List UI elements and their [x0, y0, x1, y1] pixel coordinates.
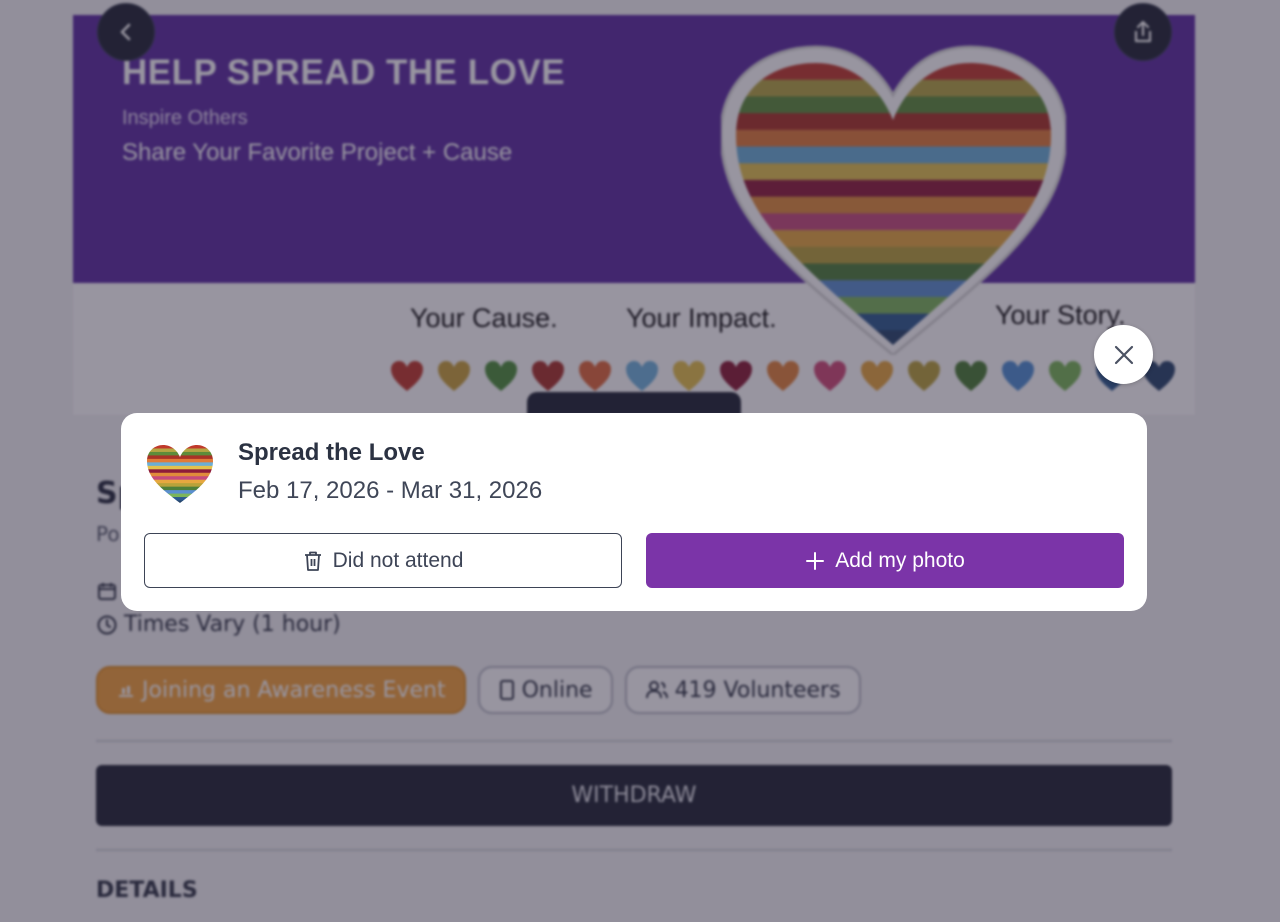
heart-stripe: [147, 500, 213, 503]
plus-icon: [806, 551, 825, 570]
rainbow-heart-thumbnail: [147, 445, 213, 503]
heart-stripe: [147, 458, 213, 463]
heart-stripe: [147, 448, 213, 453]
did-not-attend-button[interactable]: Did not attend: [144, 533, 622, 588]
heart-stripe: [147, 497, 213, 502]
heart-stripe: [147, 472, 213, 477]
heart-stripe: [147, 465, 213, 470]
attendance-modal: Spread the Love Feb 17, 2026 - Mar 31, 2…: [121, 413, 1147, 611]
trash-icon: [304, 551, 321, 571]
heart-stripe: [147, 451, 213, 456]
heart-stripe: [147, 493, 213, 498]
heart-stripe: [147, 476, 213, 481]
heart-stripe: [147, 469, 213, 474]
heart-stripe: [147, 462, 213, 467]
add-my-photo-button[interactable]: Add my photo: [646, 533, 1124, 588]
modal-event-date: Feb 17, 2026 - Mar 31, 2026: [238, 477, 543, 504]
close-icon: [1114, 345, 1133, 364]
heart-stripe: [147, 479, 213, 484]
heart-stripe: [147, 445, 213, 449]
modal-event-title: Spread the Love: [238, 439, 425, 466]
did-not-attend-label: Did not attend: [332, 548, 464, 572]
heart-stripe: [147, 486, 213, 491]
add-my-photo-label: Add my photo: [835, 548, 965, 572]
heart-stripe: [147, 455, 213, 460]
close-button[interactable]: [1094, 325, 1153, 384]
heart-stripe: [147, 490, 213, 495]
heart-stripe: [147, 483, 213, 488]
